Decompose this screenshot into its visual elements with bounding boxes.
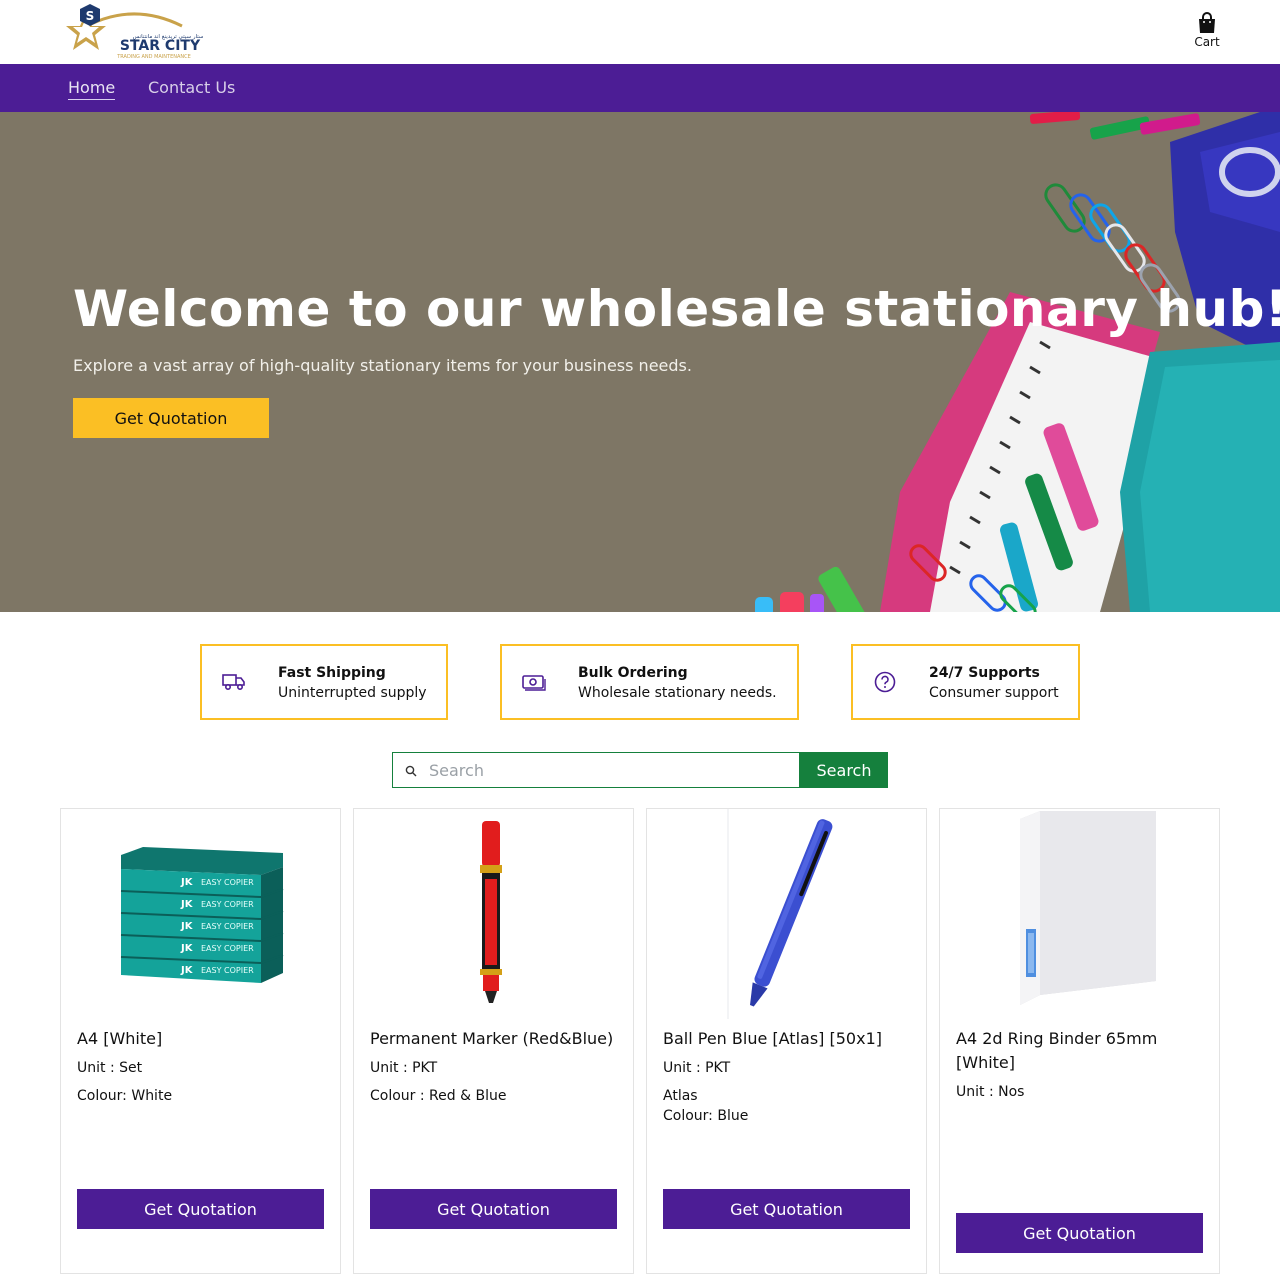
product-brand: Atlas <box>663 1088 698 1104</box>
permanent-marker-image <box>480 821 502 1003</box>
feature-title: Fast Shipping <box>278 665 386 681</box>
product-name: A4 [White] <box>77 1029 163 1048</box>
svg-text:JK: JK <box>180 921 194 932</box>
svg-text:JK: JK <box>180 899 194 910</box>
feature-desc: Consumer support <box>929 685 1059 701</box>
product-colour: Colour: White <box>77 1088 173 1104</box>
hero-title: Welcome to our wholesale stationary hub! <box>73 280 1280 338</box>
feature-desc: Uninterrupted supply <box>278 685 427 701</box>
product-colour: Colour : Red & Blue <box>370 1088 507 1104</box>
feature-bulk-ordering: Bulk Ordering Wholesale stationary needs… <box>500 644 799 720</box>
feature-desc: Wholesale stationary needs. <box>578 685 777 701</box>
product-colour: Colour: Blue <box>663 1108 749 1124</box>
a4-paper-image: JK JK JK JK JK EASY COPIER EASY COPIER E… <box>120 847 284 983</box>
product-unit: Unit : Set <box>77 1060 143 1076</box>
search-button[interactable]: Search <box>800 752 888 788</box>
svg-text:EASY COPIER: EASY COPIER <box>201 900 254 909</box>
cart-label: Cart <box>1194 35 1220 49</box>
svg-text:S: S <box>86 9 95 23</box>
get-quotation-button[interactable]: Get Quotation <box>77 1189 324 1229</box>
svg-text:EASY COPIER: EASY COPIER <box>201 944 254 953</box>
product-name: A4 2d Ring Binder 65mm [White] <box>956 1029 1158 1072</box>
product-card-permanent-marker[interactable]: Permanent Marker (Red&Blue) Unit : PKT C… <box>353 808 634 1274</box>
get-quotation-button[interactable]: Get Quotation <box>663 1189 910 1229</box>
ball-pen-image <box>727 809 833 1019</box>
product-card-a4-paper[interactable]: JK JK JK JK JK EASY COPIER EASY COPIER E… <box>60 808 341 1274</box>
product-card-ring-binder[interactable]: A4 2d Ring Binder 65mm [White] Unit : No… <box>939 808 1220 1274</box>
cart-button[interactable]: Cart <box>1186 12 1228 49</box>
hero-subtitle: Explore a vast array of high-quality sta… <box>73 356 692 375</box>
nav-home-link[interactable]: Home <box>68 78 116 100</box>
search-bar <box>392 752 800 788</box>
search-input[interactable] <box>429 753 789 787</box>
product-name: Ball Pen Blue [Atlas] [50x1] <box>663 1029 882 1048</box>
hero-get-quotation-button[interactable]: Get Quotation <box>73 398 269 438</box>
feature-title: Bulk Ordering <box>578 665 688 681</box>
nav-contact-link[interactable]: Contact Us <box>148 78 235 99</box>
ring-binder-image <box>1020 811 1156 1005</box>
feature-support: 24/7 Supports Consumer support <box>851 644 1080 720</box>
truck-icon <box>222 674 245 691</box>
get-quotation-button[interactable]: Get Quotation <box>956 1213 1203 1253</box>
logo-name: STAR CITY <box>120 38 201 54</box>
svg-text:EASY COPIER: EASY COPIER <box>201 966 254 975</box>
paper-brand-text: JK <box>180 877 194 888</box>
main-nav: Home Contact Us <box>0 64 1280 112</box>
paper-label-text: EASY COPIER <box>201 878 254 887</box>
search-icon <box>405 765 417 777</box>
shopping-bag-icon <box>1199 12 1215 33</box>
get-quotation-button[interactable]: Get Quotation <box>370 1189 617 1229</box>
feature-fast-shipping: Fast Shipping Uninterrupted supply <box>200 644 448 720</box>
help-circle-icon <box>874 671 896 693</box>
product-unit: Unit : PKT <box>663 1060 731 1076</box>
svg-text:JK: JK <box>180 965 194 976</box>
star-city-logo[interactable]: S ستار سيتي تريدينغ اند مانتنانس STAR CI… <box>60 2 212 62</box>
hero-banner: Welcome to our wholesale stationary hub!… <box>0 112 1280 612</box>
product-card-ball-pen[interactable]: Ball Pen Blue [Atlas] [50x1] Unit : PKT … <box>646 808 927 1274</box>
svg-text:EASY COPIER: EASY COPIER <box>201 922 254 931</box>
product-name: Permanent Marker (Red&Blue) <box>370 1029 614 1048</box>
product-unit: Unit : PKT <box>370 1060 438 1076</box>
product-unit: Unit : Nos <box>956 1084 1025 1100</box>
logo-tagline: TRADING AND MAINTENANCE <box>116 54 191 60</box>
site-header: S ستار سيتي تريدينغ اند مانتنانس STAR CI… <box>0 0 1280 64</box>
feature-title: 24/7 Supports <box>929 665 1040 681</box>
cash-icon <box>522 675 546 691</box>
svg-text:JK: JK <box>180 943 194 954</box>
